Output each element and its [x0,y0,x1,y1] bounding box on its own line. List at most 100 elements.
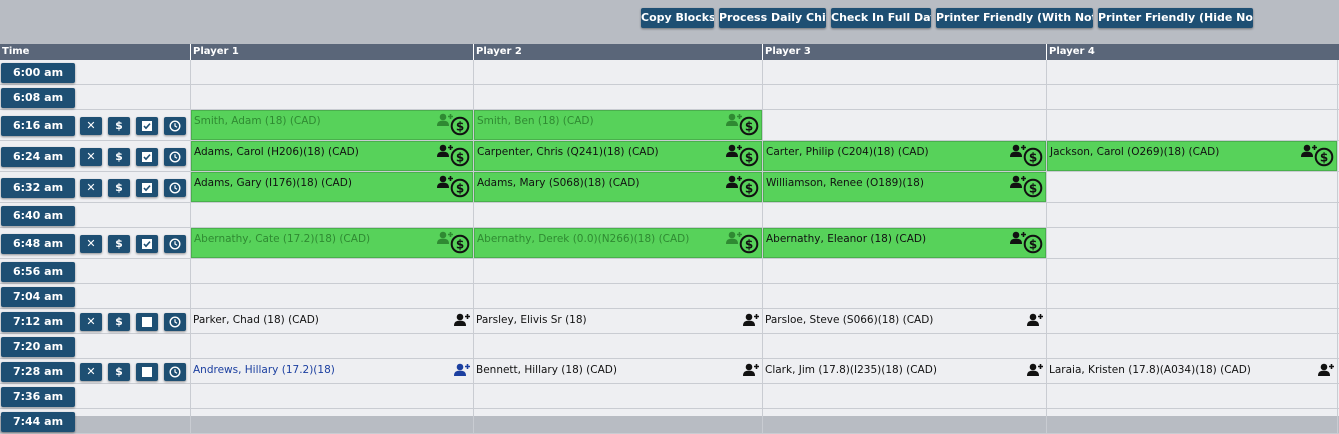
delete-button[interactable]: ✕ [80,179,102,197]
player-slot[interactable]: Parker, Chad (18) (CAD) [191,309,473,333]
player-name[interactable]: Parsloe, Steve (S066)(18) (CAD) [765,314,933,326]
time-button[interactable] [164,148,186,166]
check-in-button[interactable] [136,117,158,135]
player-slot[interactable]: Abernathy, Cate (17.2)(18) (CAD) $ [191,228,473,258]
pay-button[interactable]: $ [108,235,130,253]
pay-button[interactable]: $ [108,363,130,381]
player-slot[interactable]: Parsloe, Steve (S066)(18) (CAD) [763,309,1046,333]
add-user-icon[interactable] [453,313,471,327]
printer-friendly-with-notes-button[interactable]: Printer Friendly (With Notes) [936,8,1093,28]
player-slot[interactable]: Smith, Ben (18) (CAD) $ [474,110,762,140]
dollar-circle-icon[interactable]: $ [1023,178,1043,198]
player-name[interactable]: Adams, Gary (I176)(18) (CAD) [194,177,352,189]
delete-button[interactable]: ✕ [80,363,102,381]
delete-button[interactable]: ✕ [80,235,102,253]
add-user-icon[interactable] [1026,363,1044,377]
dollar-circle-icon[interactable]: $ [739,147,759,167]
dollar-circle-icon[interactable]: $ [739,116,759,136]
player-slot[interactable]: Abernathy, Eleanor (18) (CAD) $ [763,228,1046,258]
process-daily-chits-button[interactable]: Process Daily Chits [719,8,826,28]
check-in-button[interactable] [136,313,158,331]
tee-time-button[interactable]: 6:08 am [1,88,75,108]
tee-time-button[interactable]: 6:56 am [1,262,75,282]
player-slot[interactable]: Andrews, Hillary (17.2)(18) [191,359,473,383]
dollar-circle-icon[interactable]: $ [739,234,759,254]
delete-button[interactable]: ✕ [80,148,102,166]
dollar-circle-icon[interactable]: $ [450,234,470,254]
player-name[interactable]: Abernathy, Cate (17.2)(18) (CAD) [194,233,370,245]
time-button[interactable] [164,117,186,135]
pay-button[interactable]: $ [108,148,130,166]
player-slot[interactable]: Laraia, Kristen (17.8)(A034)(18) (CAD) [1047,359,1337,383]
time-button[interactable] [164,363,186,381]
tee-time-button[interactable]: 7:28 am [1,362,75,382]
dollar-circle-icon[interactable]: $ [450,147,470,167]
dollar-circle-icon[interactable]: $ [1314,147,1334,167]
dollar-circle-icon[interactable]: $ [739,178,759,198]
dollar-circle-icon[interactable]: $ [450,178,470,198]
tee-time-button[interactable]: 7:44 am [1,412,75,432]
dollar-circle-icon[interactable]: $ [450,116,470,136]
player-slot[interactable]: Williamson, Renee (O189)(18) $ [763,172,1046,202]
printer-friendly-hide-notes-button[interactable]: Printer Friendly (Hide Notes) [1098,8,1253,28]
check-in-button[interactable] [136,179,158,197]
pay-button[interactable]: $ [108,179,130,197]
player-name[interactable]: Parsley, Elivis Sr (18) [476,314,587,326]
tee-time-button[interactable]: 6:16 am [1,116,75,136]
player-name[interactable]: Laraia, Kristen (17.8)(A034)(18) (CAD) [1049,364,1251,376]
tee-time-button[interactable]: 6:40 am [1,206,75,226]
pay-button[interactable]: $ [108,117,130,135]
add-user-icon[interactable] [742,363,760,377]
player-name[interactable]: Carter, Philip (C204)(18) (CAD) [766,146,929,158]
player-name[interactable]: Bennett, Hillary (18) (CAD) [476,364,617,376]
time-button[interactable] [164,235,186,253]
tee-time-button[interactable]: 6:24 am [1,147,75,167]
tee-time-button[interactable]: 7:04 am [1,287,75,307]
add-user-icon[interactable] [1026,313,1044,327]
player-slot[interactable]: Adams, Carol (H206)(18) (CAD) $ [191,141,473,171]
dollar-circle-icon[interactable]: $ [1023,147,1043,167]
time-button[interactable] [164,313,186,331]
player-slot[interactable]: Smith, Adam (18) (CAD) $ [191,110,473,140]
tee-time-button[interactable]: 6:32 am [1,178,75,198]
player-name[interactable]: Smith, Adam (18) (CAD) [194,115,321,127]
copy-blocks-button[interactable]: Copy Blocks [641,8,714,28]
player-name[interactable]: Adams, Carol (H206)(18) (CAD) [194,146,359,158]
check-in-button[interactable] [136,363,158,381]
delete-button[interactable]: ✕ [80,313,102,331]
time-button[interactable] [164,179,186,197]
player-name[interactable]: Adams, Mary (S068)(18) (CAD) [477,177,639,189]
delete-button[interactable]: ✕ [80,117,102,135]
check-in-button[interactable] [136,148,158,166]
player-name[interactable]: Jackson, Carol (O269)(18) (CAD) [1050,146,1219,158]
tee-time-button[interactable]: 6:00 am [1,63,75,83]
pay-button[interactable]: $ [108,313,130,331]
add-user-icon[interactable] [1317,363,1335,377]
player-name[interactable]: Abernathy, Derek (0.0)(N266)(18) (CAD) [477,233,689,245]
player-name[interactable]: Carpenter, Chris (Q241)(18) (CAD) [477,146,659,158]
check-in-full-day-button[interactable]: Check In Full Day [831,8,931,28]
player-slot[interactable]: Adams, Mary (S068)(18) (CAD) $ [474,172,762,202]
player-name[interactable]: Williamson, Renee (O189)(18) [766,177,924,189]
player-slot[interactable]: Adams, Gary (I176)(18) (CAD) $ [191,172,473,202]
check-in-button[interactable] [136,235,158,253]
player-name[interactable]: Smith, Ben (18) (CAD) [477,115,594,127]
player-name[interactable]: Andrews, Hillary (17.2)(18) [193,364,335,376]
player-name[interactable]: Parker, Chad (18) (CAD) [193,314,319,326]
player-slot[interactable]: Carpenter, Chris (Q241)(18) (CAD) $ [474,141,762,171]
player-slot[interactable]: Abernathy, Derek (0.0)(N266)(18) (CAD) $ [474,228,762,258]
player-slot[interactable]: Carter, Philip (C204)(18) (CAD) $ [763,141,1046,171]
player-slot[interactable]: Bennett, Hillary (18) (CAD) [474,359,762,383]
add-user-icon[interactable] [742,313,760,327]
player-slot[interactable]: Clark, Jim (17.8)(I235)(18) (CAD) [763,359,1046,383]
dollar-circle-icon[interactable]: $ [1023,234,1043,254]
player-slot[interactable]: Parsley, Elivis Sr (18) [474,309,762,333]
tee-time-button[interactable]: 7:12 am [1,312,75,332]
player-slot[interactable]: Jackson, Carol (O269)(18) (CAD) $ [1047,141,1337,171]
tee-time-button[interactable]: 6:48 am [1,234,75,254]
add-user-icon[interactable] [453,363,471,377]
player-name[interactable]: Abernathy, Eleanor (18) (CAD) [766,233,926,245]
player-name[interactable]: Clark, Jim (17.8)(I235)(18) (CAD) [765,364,937,376]
tee-time-button[interactable]: 7:20 am [1,337,75,357]
tee-time-button[interactable]: 7:36 am [1,387,75,407]
